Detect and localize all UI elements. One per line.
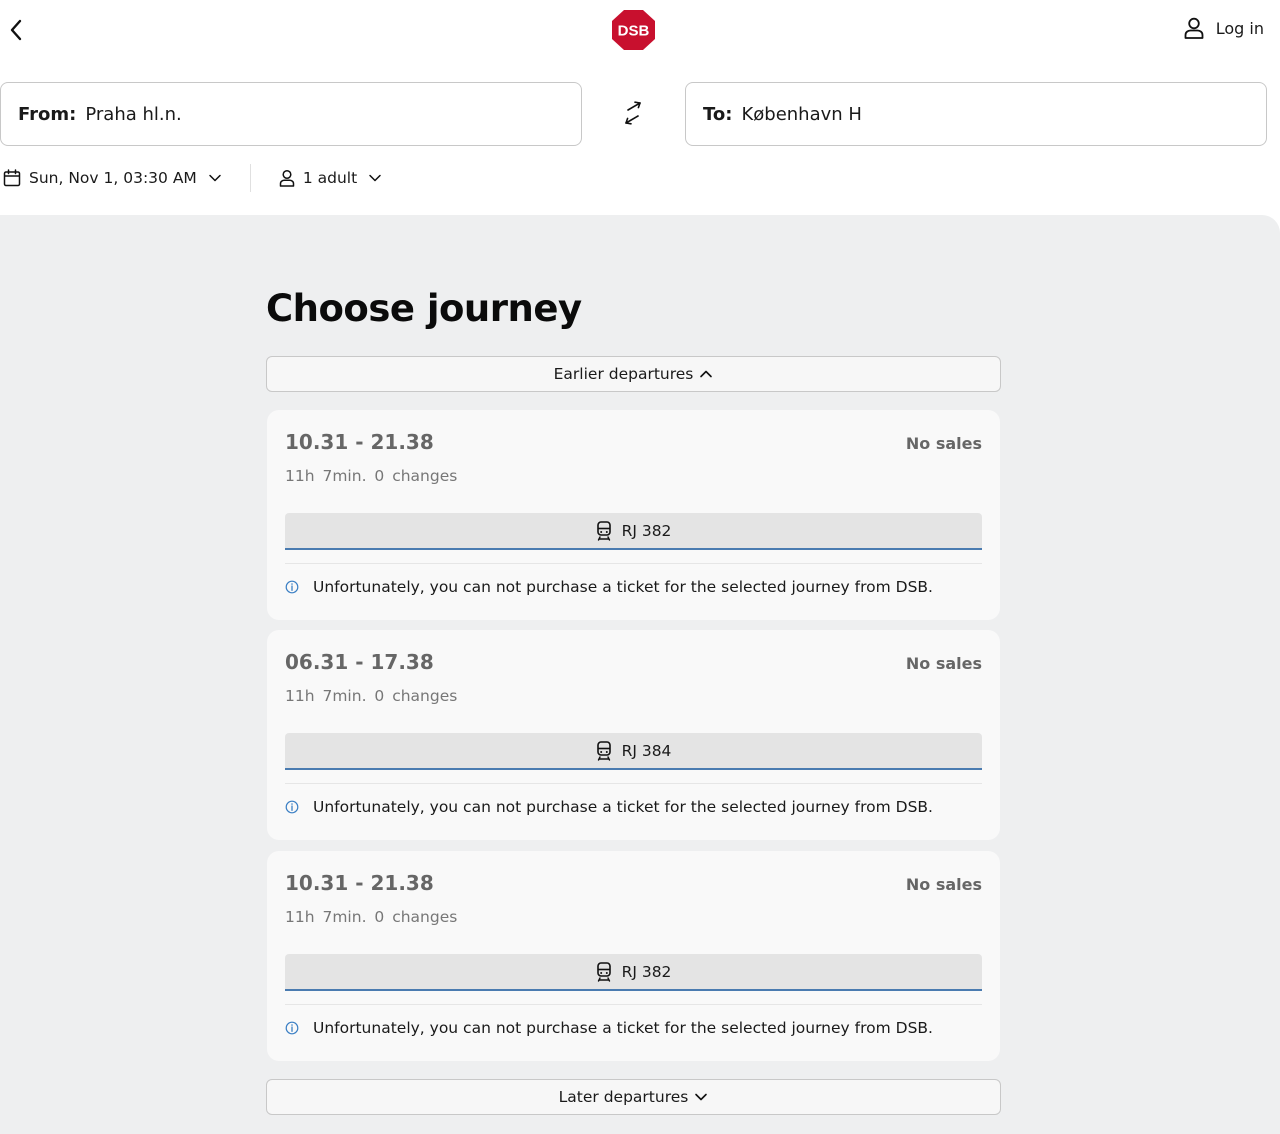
info-icon xyxy=(285,580,299,594)
date-value: Sun, Nov 1, 03:30 AM xyxy=(29,169,197,187)
chevron-up-icon xyxy=(700,370,713,378)
chevron-left-icon xyxy=(10,19,22,41)
train-icon xyxy=(596,961,611,982)
to-field[interactable]: To: København H xyxy=(685,82,1267,146)
login-button[interactable]: Log in xyxy=(1184,17,1264,39)
later-departures-label: Later departures xyxy=(558,1088,689,1106)
swap-stations-button[interactable] xyxy=(618,98,648,128)
swap-arrows-icon xyxy=(625,101,641,125)
calendar-icon xyxy=(3,169,21,187)
top-bar: DSB Log in xyxy=(0,0,1280,62)
logo-text: DSB xyxy=(618,23,650,40)
journey-time: 10.31 - 21.38 xyxy=(285,871,434,895)
train-number: RJ 382 xyxy=(621,521,672,540)
notice-text: Unfortunately, you can not purchase a ti… xyxy=(313,578,933,596)
train-icon xyxy=(596,520,611,541)
from-label: From: xyxy=(18,103,77,125)
journey-duration: 11h 7min. 0 changes xyxy=(285,467,458,485)
journey-duration: 11h 7min. 0 changes xyxy=(285,687,458,705)
passenger-selector[interactable]: 1 adult xyxy=(279,169,382,187)
page-title: Choose journey xyxy=(266,287,582,330)
no-sales-notice: Unfortunately, you can not purchase a ti… xyxy=(285,798,933,816)
journey-panel: Choose journey Earlier departures 10.31 … xyxy=(0,215,1280,1134)
no-sales-notice: Unfortunately, you can not purchase a ti… xyxy=(285,1019,933,1037)
user-icon xyxy=(279,169,295,187)
earlier-departures-button[interactable]: Earlier departures xyxy=(266,356,1001,392)
chevron-down-icon xyxy=(695,1093,708,1101)
user-icon xyxy=(1184,17,1204,39)
train-number: RJ 384 xyxy=(621,741,672,760)
notice-text: Unfortunately, you can not purchase a ti… xyxy=(313,798,933,816)
train-details-button[interactable]: RJ 382 xyxy=(285,513,982,550)
chevron-down-icon xyxy=(369,174,381,182)
train-details-button[interactable]: RJ 382 xyxy=(285,954,982,991)
journey-time: 10.31 - 21.38 xyxy=(285,430,434,454)
journey-card[interactable]: 10.31 - 21.38 No sales 11h 7min. 0 chang… xyxy=(267,851,1000,1061)
login-label: Log in xyxy=(1215,18,1264,38)
journey-card[interactable]: 10.31 - 21.38 No sales 11h 7min. 0 chang… xyxy=(267,410,1000,620)
sales-status: No sales xyxy=(905,654,982,673)
train-icon xyxy=(596,740,611,761)
no-sales-notice: Unfortunately, you can not purchase a ti… xyxy=(285,578,933,596)
later-departures-button[interactable]: Later departures xyxy=(266,1079,1001,1115)
train-details-button[interactable]: RJ 384 xyxy=(285,733,982,770)
from-value: Praha hl.n. xyxy=(85,103,182,125)
journey-time: 06.31 - 17.38 xyxy=(285,650,434,674)
options-row: Sun, Nov 1, 03:30 AM 1 adult xyxy=(0,152,1280,215)
info-icon xyxy=(285,800,299,814)
card-divider xyxy=(285,1004,982,1005)
journey-card[interactable]: 06.31 - 17.38 No sales 11h 7min. 0 chang… xyxy=(267,630,1000,840)
card-divider xyxy=(285,783,982,784)
from-field[interactable]: From: Praha hl.n. xyxy=(0,82,582,146)
date-selector[interactable]: Sun, Nov 1, 03:30 AM xyxy=(3,169,222,187)
dsb-logo-icon: DSB xyxy=(612,10,655,50)
to-label: To: xyxy=(703,103,733,125)
to-value: København H xyxy=(741,103,862,125)
info-icon xyxy=(285,1021,299,1035)
search-row: From: Praha hl.n. To: København H xyxy=(0,62,1280,152)
notice-text: Unfortunately, you can not purchase a ti… xyxy=(313,1019,933,1037)
sales-status: No sales xyxy=(905,434,982,453)
train-number: RJ 382 xyxy=(621,962,672,981)
sales-status: No sales xyxy=(905,875,982,894)
chevron-down-icon xyxy=(209,174,221,182)
dsb-logo[interactable]: DSB xyxy=(611,9,656,51)
passenger-value: 1 adult xyxy=(302,169,358,187)
options-divider xyxy=(249,164,251,192)
journey-duration: 11h 7min. 0 changes xyxy=(285,908,458,926)
card-divider xyxy=(285,563,982,564)
back-button[interactable] xyxy=(4,17,28,43)
earlier-departures-label: Earlier departures xyxy=(553,365,694,383)
